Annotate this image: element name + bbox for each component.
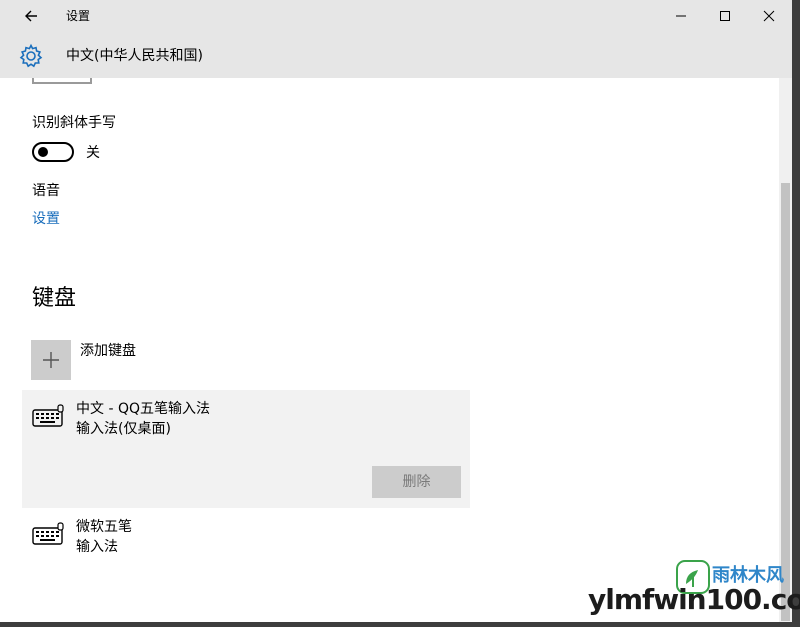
keyboard-item-subtitle: 输入法(仅桌面) (76, 421, 171, 437)
toggle-state-label: 关 (86, 145, 100, 161)
keyboard-icon (32, 404, 66, 428)
maximize-button[interactable] (702, 0, 748, 32)
maximize-icon (720, 11, 730, 21)
window-title: 设置 (66, 9, 91, 23)
close-button[interactable] (746, 0, 792, 32)
remove-keyboard-button[interactable]: 删除 (372, 466, 461, 498)
partial-button-outline[interactable] (32, 78, 92, 84)
toggle-knob (38, 147, 48, 157)
keyboard-item-microsoft-wubi[interactable]: 微软五笔 输入法 (22, 512, 470, 568)
window-border (792, 0, 800, 627)
minimize-icon (676, 15, 686, 17)
add-keyboard-label[interactable]: 添加键盘 (80, 342, 136, 360)
gear-icon (18, 43, 44, 69)
handwriting-toggle[interactable] (32, 142, 74, 162)
keyboard-item-subtitle: 输入法 (76, 539, 118, 555)
speech-settings-link[interactable]: 设置 (32, 210, 60, 228)
keyboard-item-name: 微软五笔 (76, 519, 132, 535)
keyboard-heading: 键盘 (32, 286, 77, 311)
keyboard-icon (32, 522, 66, 546)
handwriting-label: 识别斜体手写 (32, 115, 116, 131)
vertical-scrollbar[interactable] (779, 78, 792, 623)
settings-content: 识别斜体手写 关 语音 设置 键盘 添加键盘 中文 - QQ五笔输入法 输入法(… (0, 78, 780, 623)
back-arrow-icon (25, 10, 37, 22)
add-keyboard-button[interactable] (31, 340, 71, 380)
window-border-bottom (0, 622, 800, 627)
page-title: 中文(中华人民共和国) (66, 48, 203, 64)
plus-icon (43, 352, 59, 368)
close-icon (763, 10, 775, 22)
page-header: 中文(中华人民共和国) (0, 32, 800, 78)
keyboard-item-qq-wubi[interactable]: 中文 - QQ五笔输入法 输入法(仅桌面) 删除 (22, 390, 470, 508)
scrollbar-thumb[interactable] (781, 183, 790, 621)
speech-label: 语音 (32, 183, 60, 199)
watermark-text-en: ylmfwin100.com (588, 583, 800, 616)
keyboard-item-name: 中文 - QQ五笔输入法 (76, 401, 210, 417)
title-bar: 设置 (0, 0, 800, 32)
back-button[interactable] (18, 2, 46, 30)
minimize-button[interactable] (658, 0, 704, 32)
